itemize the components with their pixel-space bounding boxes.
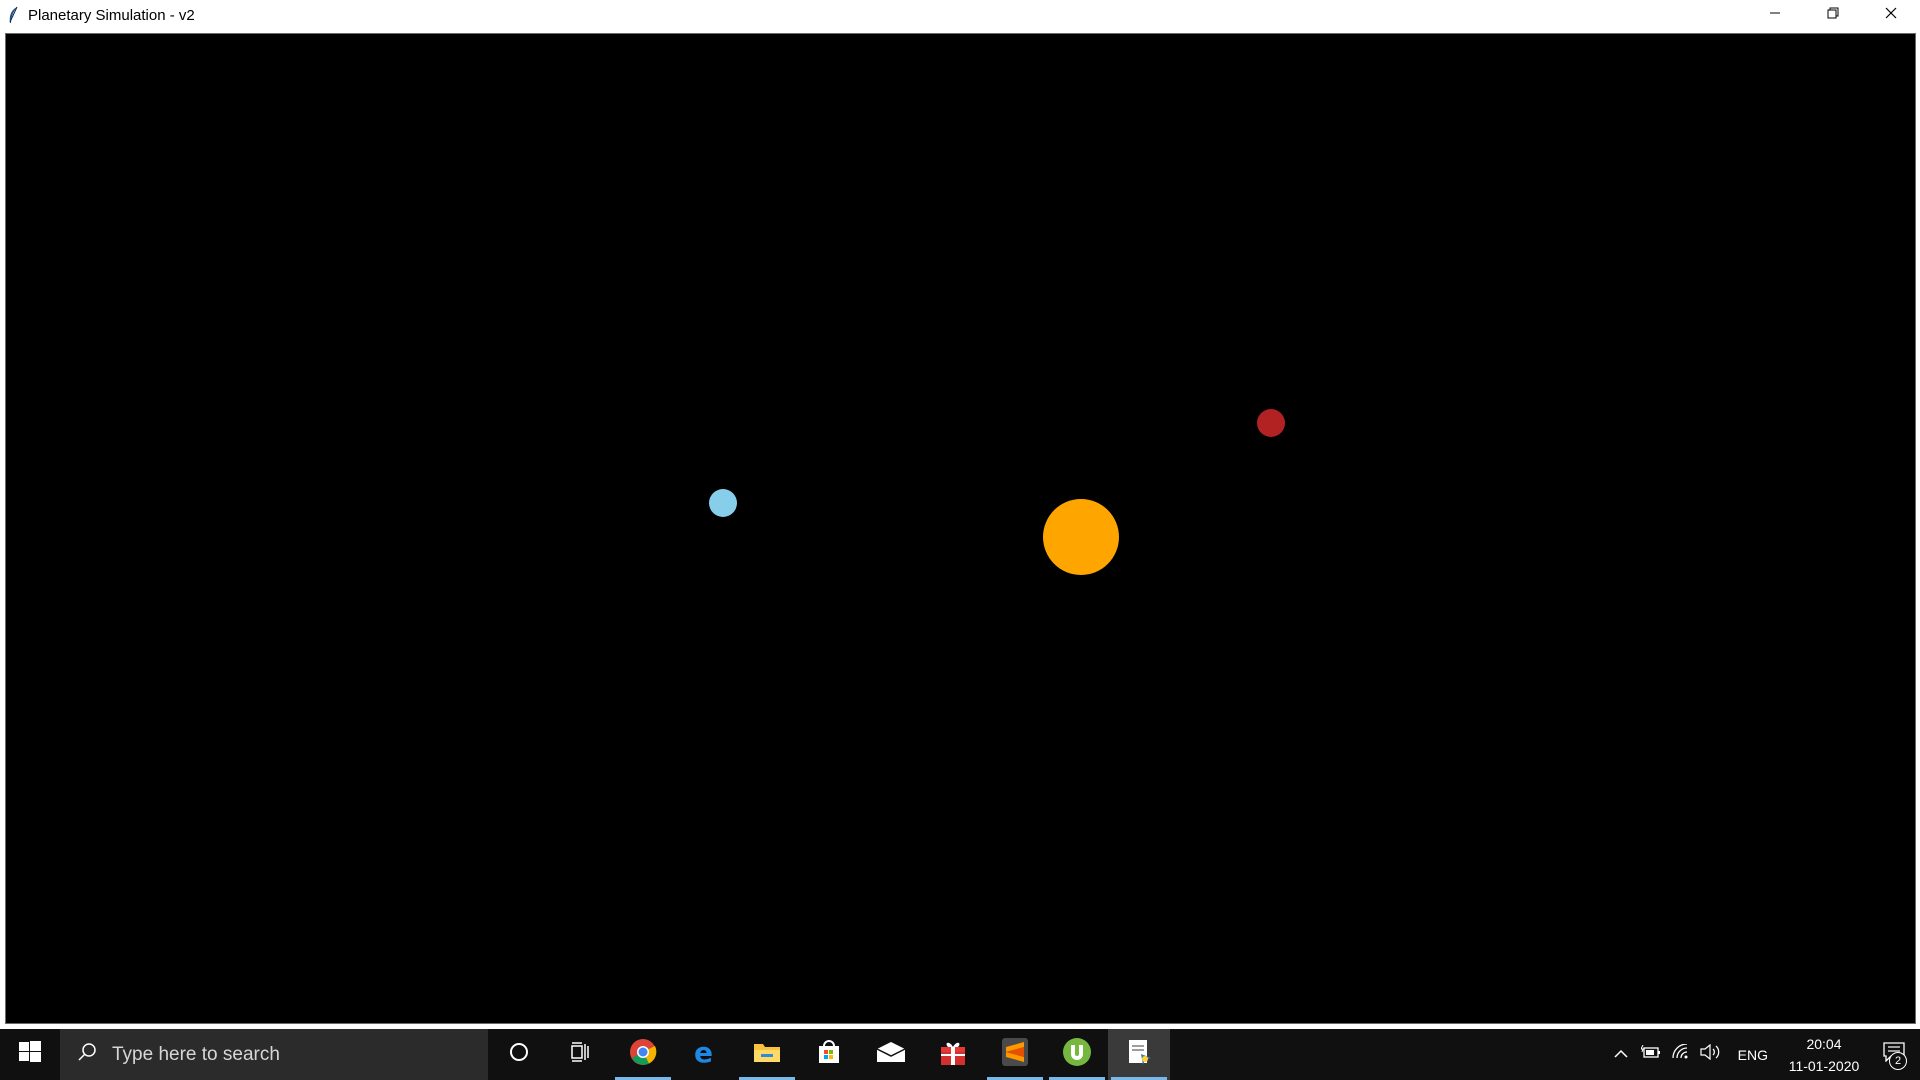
wifi-icon (1671, 1043, 1691, 1065)
speaker-icon (1700, 1043, 1722, 1065)
wifi-button[interactable] (1666, 1029, 1696, 1080)
minimize-icon (1769, 6, 1781, 24)
restore-button[interactable] (1804, 0, 1862, 30)
battery-button[interactable] (1636, 1029, 1666, 1080)
clock-date: 11-01-2020 (1788, 1057, 1860, 1074)
search-placeholder: Type here to search (112, 1043, 280, 1065)
windows-logo-icon (19, 1041, 41, 1068)
clock-time: 20:04 (1806, 1035, 1842, 1052)
red-planet (1257, 409, 1285, 437)
edge-icon: e (691, 1036, 719, 1071)
taskbar-edge[interactable]: e (674, 1029, 736, 1080)
utorrent-icon (1062, 1037, 1092, 1072)
notification-count-badge: 2 (1889, 1052, 1907, 1070)
start-button[interactable] (0, 1029, 60, 1080)
action-center-button[interactable]: 2 (1868, 1029, 1920, 1080)
title-bar[interactable]: Planetary Simulation - v2 (0, 0, 1920, 30)
taskbar-gift-app[interactable] (922, 1029, 984, 1080)
taskbar-store[interactable] (798, 1029, 860, 1080)
store-icon (816, 1039, 842, 1070)
taskbar-utorrent[interactable] (1046, 1029, 1108, 1080)
close-button[interactable] (1862, 0, 1920, 30)
show-hidden-icons-button[interactable] (1606, 1029, 1636, 1080)
minimize-button[interactable] (1746, 0, 1804, 30)
canvas-frame (0, 30, 1920, 1026)
feather-icon (6, 5, 20, 25)
restore-icon (1827, 6, 1839, 24)
task-view-icon (570, 1041, 592, 1068)
taskbar-chrome[interactable] (612, 1029, 674, 1080)
battery-icon (1639, 1044, 1661, 1064)
volume-button[interactable] (1696, 1029, 1726, 1080)
python-tk-icon (1125, 1038, 1153, 1071)
system-tray: ENG 20:04 11-01-2020 2 (1606, 1029, 1920, 1080)
gift-icon (939, 1038, 967, 1071)
taskbar-search[interactable]: Type here to search (60, 1029, 488, 1080)
blue-planet (709, 489, 737, 517)
taskbar-python-tk[interactable] (1108, 1029, 1170, 1080)
window-title: Planetary Simulation - v2 (28, 6, 195, 24)
taskbar: Type here to search e ENG 20:04 11-01-20… (0, 1029, 1920, 1080)
search-icon (76, 1041, 98, 1068)
sublime-text-icon (1002, 1038, 1028, 1071)
chevron-up-icon (1614, 1046, 1628, 1064)
sun (1043, 499, 1119, 575)
mail-icon (876, 1041, 906, 1068)
chrome-icon (629, 1038, 657, 1071)
close-icon (1885, 6, 1897, 24)
simulation-canvas[interactable] (5, 33, 1916, 1024)
taskbar-mail[interactable] (860, 1029, 922, 1080)
language-indicator[interactable]: ENG (1726, 1047, 1780, 1063)
cortana-button[interactable] (488, 1029, 550, 1080)
svg-text:e: e (694, 1038, 713, 1066)
taskbar-sublime-text[interactable] (984, 1029, 1046, 1080)
cortana-icon (508, 1041, 530, 1068)
clock[interactable]: 20:04 11-01-2020 (1780, 1033, 1868, 1077)
task-view-button[interactable] (550, 1029, 612, 1080)
taskbar-file-explorer[interactable] (736, 1029, 798, 1080)
file-explorer-icon (753, 1040, 781, 1069)
